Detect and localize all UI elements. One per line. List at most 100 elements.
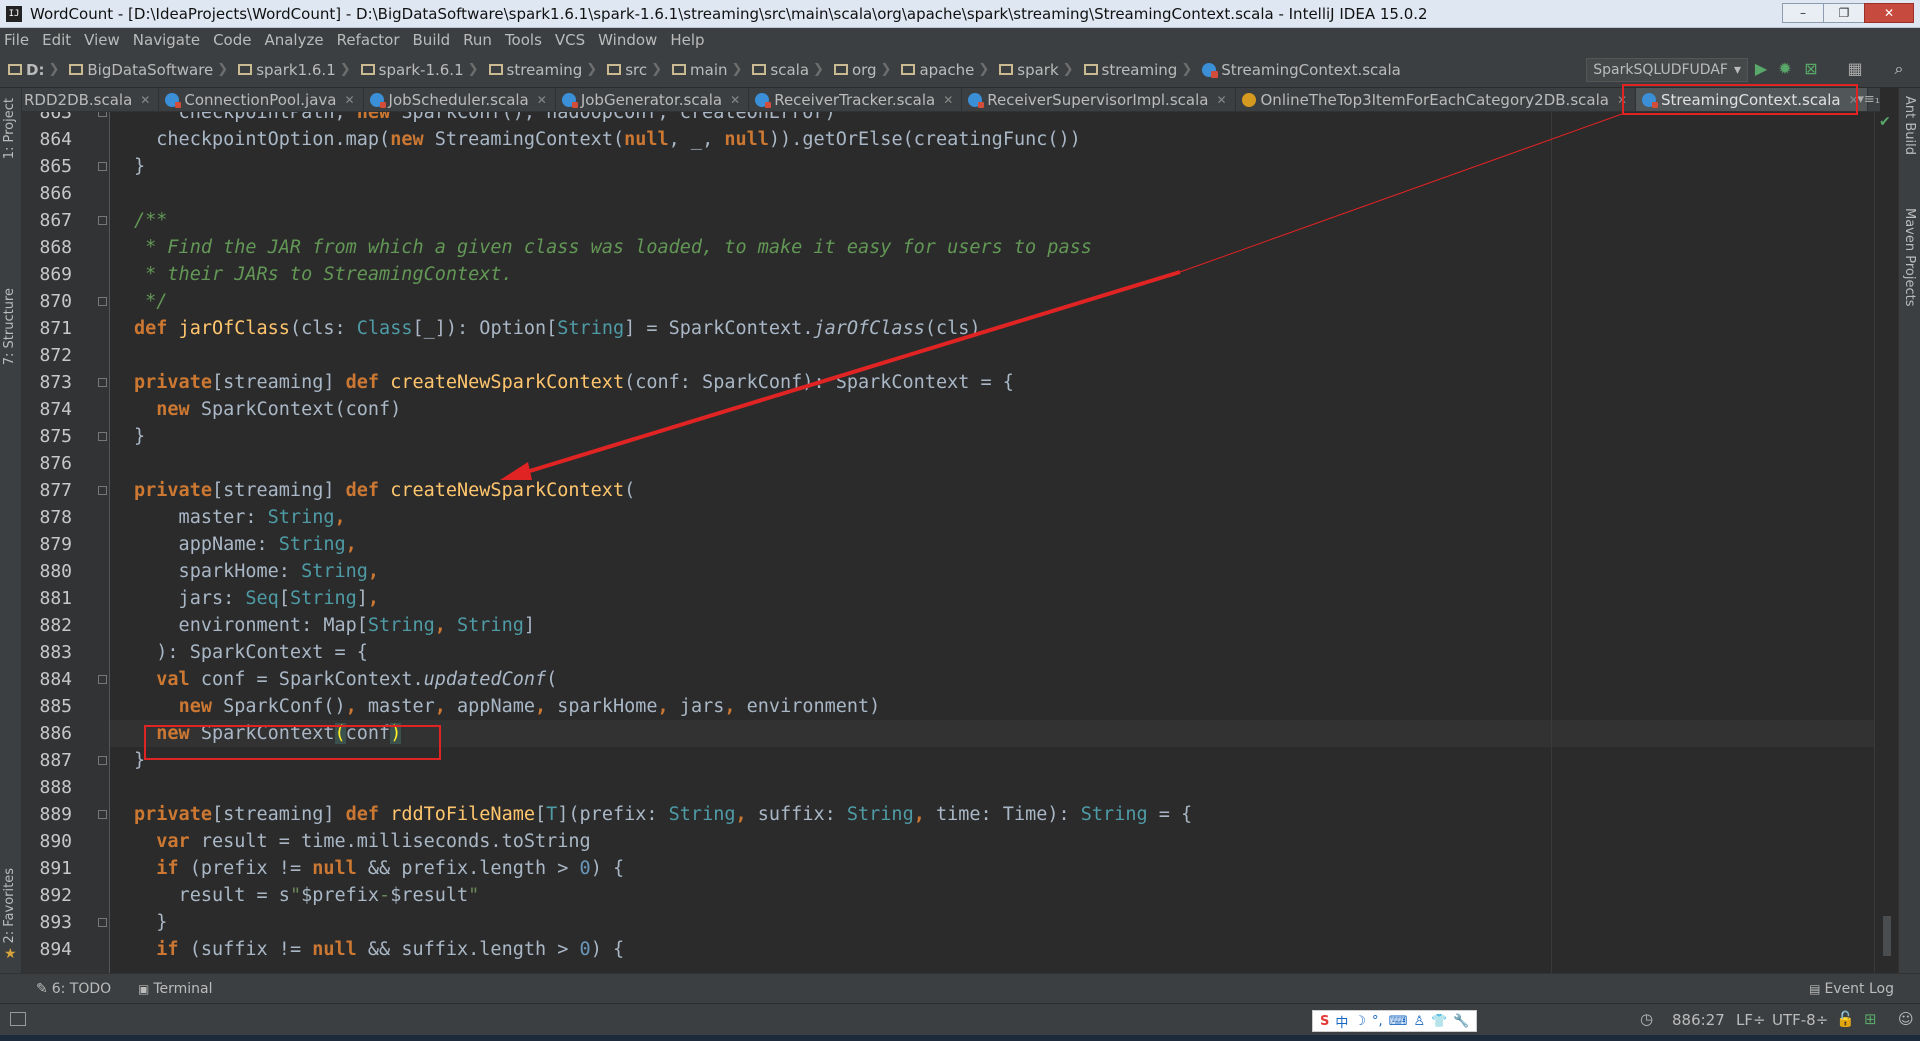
code-line: var result = time.milliseconds.toString [156, 831, 591, 852]
close-tab-icon[interactable]: ✕ [140, 93, 150, 107]
breadcrumb-item[interactable]: main ❯ [672, 61, 748, 79]
tab-connectionpool[interactable]: ConnectionPool.java ✕ [159, 88, 364, 111]
tab-jobgenerator[interactable]: JobGenerator.scala ✕ [556, 88, 750, 111]
tab-jobscheduler[interactable]: JobScheduler.scala ✕ [364, 88, 556, 111]
ant-build-tool-button[interactable]: Ant Build [1902, 96, 1917, 155]
fold-marker-icon[interactable] [98, 918, 107, 927]
menu-edit[interactable]: Edit [42, 31, 71, 49]
breadcrumb-drive[interactable]: D: ❯ [8, 61, 65, 79]
menu-analyze[interactable]: Analyze [264, 31, 323, 49]
run-icon[interactable]: ▶ [1752, 60, 1770, 78]
breadcrumb-item[interactable]: BigDataSoftware ❯ [69, 61, 234, 79]
fold-marker-icon[interactable] [98, 756, 107, 765]
scroll-thumb[interactable] [1883, 916, 1891, 956]
debug-icon[interactable]: ✹ [1776, 60, 1794, 78]
line-number: 869 [39, 264, 72, 285]
breadcrumb-item[interactable]: apache ❯ [901, 61, 995, 79]
line-number: 873 [39, 372, 72, 393]
close-button[interactable]: ✕ [1864, 3, 1914, 23]
caret-position[interactable]: 886:27 [1672, 1011, 1725, 1029]
tab-label: OnlineTheTop3ItemForEachCategory2DB.scal… [1260, 90, 1609, 109]
fold-marker-icon[interactable] [98, 432, 107, 441]
ide-window: IJ WordCount - [D:\IdeaProjects\WordCoun… [0, 0, 1920, 1041]
file-encoding[interactable]: UTF-8÷ [1772, 1011, 1828, 1029]
breadcrumb-item[interactable]: spark ❯ [999, 61, 1079, 79]
tab-receivertracker[interactable]: ReceiverTracker.scala ✕ [749, 88, 963, 111]
event-log-tool-button[interactable]: ▤ Event Log [1809, 981, 1894, 997]
close-tab-icon[interactable]: ✕ [537, 93, 547, 107]
code-line: */ [134, 291, 168, 312]
title-bar: IJ WordCount - [D:\IdeaProjects\WordCoun… [0, 0, 1920, 28]
code-line: new SparkConf(), master, appName, sparkH… [178, 696, 881, 717]
structure-tool-button[interactable]: 7: Structure [2, 288, 17, 365]
breadcrumb-item[interactable]: spark1.6.1 ❯ [238, 61, 356, 79]
menu-refactor[interactable]: Refactor [337, 31, 400, 49]
project-tool-button[interactable]: 1: Project [2, 98, 17, 159]
maven-projects-tool-button[interactable]: Maven Projects [1902, 208, 1917, 307]
line-separator[interactable]: LF÷ [1736, 1011, 1766, 1029]
menu-tools[interactable]: Tools [505, 31, 542, 49]
tab-receiversupervisorimpl[interactable]: ReceiverSupervisorImpl.scala ✕ [962, 88, 1236, 111]
breadcrumb-item[interactable]: src ❯ [607, 61, 668, 79]
breadcrumb-label: spark1.6.1 [256, 60, 336, 79]
menu-code[interactable]: Code [213, 31, 251, 49]
search-icon[interactable]: ⌕ [1890, 60, 1908, 78]
maximize-button[interactable]: ❐ [1823, 3, 1865, 23]
fold-marker-icon[interactable] [98, 216, 107, 225]
breadcrumb-file[interactable]: StreamingContext.scala [1202, 61, 1401, 79]
fold-marker-icon[interactable] [98, 810, 107, 819]
menu-navigate[interactable]: Navigate [133, 31, 200, 49]
tool-window-toggle-icon[interactable] [10, 1012, 26, 1026]
run-configuration-select[interactable]: SparkSQLUDFUDAF ▾ [1586, 58, 1748, 82]
line-number: 865 [39, 156, 72, 177]
memory-icon[interactable]: ☺ [1898, 1010, 1914, 1028]
line-number: 894 [39, 939, 72, 960]
code-editor[interactable]: checkpointPath, new SparkConf(), hadoopC… [110, 112, 1874, 973]
fold-marker-icon[interactable] [98, 112, 107, 117]
breadcrumb-label: main [690, 60, 728, 79]
menu-view[interactable]: View [84, 31, 120, 49]
favorites-tool-button[interactable]: 2: Favorites [2, 868, 17, 944]
menu-vcs[interactable]: VCS [555, 31, 585, 49]
breadcrumb-label: StreamingContext.scala [1221, 60, 1401, 79]
fold-marker-icon[interactable] [98, 486, 107, 495]
menu-run[interactable]: Run [463, 31, 492, 49]
fold-marker-icon[interactable] [98, 162, 107, 171]
tab-rdd2db[interactable]: RDD2DB.scala ✕ [0, 88, 160, 111]
tabs-overflow-menu[interactable]: ▾≡₁ [1857, 88, 1880, 112]
close-tab-icon[interactable]: ✕ [730, 93, 740, 107]
lock-icon[interactable]: 🔓 [1836, 1010, 1855, 1028]
project-structure-icon[interactable]: ▦ [1846, 60, 1864, 78]
breadcrumb-item[interactable]: org ❯ [833, 61, 898, 79]
chevron-right-icon: ❯ [1181, 62, 1193, 77]
coverage-icon[interactable]: ⊠ [1802, 60, 1820, 78]
breadcrumb-item[interactable]: scala ❯ [752, 61, 830, 79]
menu-file[interactable]: File [4, 31, 29, 49]
breadcrumb-item[interactable]: streaming ❯ [488, 61, 604, 79]
minimize-button[interactable]: – [1782, 3, 1824, 23]
clock-icon: ◷ [1640, 1010, 1654, 1028]
error-stripe[interactable]: ✔ [1874, 112, 1898, 973]
close-tab-icon[interactable]: ✕ [1216, 93, 1226, 107]
breadcrumb-item[interactable]: spark-1.6.1 ❯ [360, 61, 485, 79]
menu-build[interactable]: Build [413, 31, 451, 49]
fold-marker-icon[interactable] [98, 378, 107, 387]
todo-tool-button[interactable]: ✎ 6: TODO [36, 981, 111, 997]
inspection-icon[interactable]: ⊞ [1864, 1010, 1877, 1028]
menu-window[interactable]: Window [598, 31, 657, 49]
close-tab-icon[interactable]: ✕ [344, 93, 354, 107]
breadcrumb-item[interactable]: streaming ❯ [1083, 61, 1199, 79]
fold-marker-icon[interactable] [98, 297, 107, 306]
code-line: if (prefix != null && prefix.length > 0)… [156, 858, 625, 879]
ime-toolbar[interactable]: S 中 ☽ °, ⌨ ♙ 👕 🔧 [1312, 1010, 1478, 1032]
terminal-tool-button[interactable]: ▣ Terminal [138, 981, 213, 997]
line-number: 892 [39, 885, 72, 906]
close-tab-icon[interactable]: ✕ [943, 93, 953, 107]
breadcrumb-label: apache [919, 60, 975, 79]
left-tool-strip: 1: Project 7: Structure 2: Favorites ★ [0, 88, 22, 973]
tab-onlinetop3[interactable]: OnlineTheTop3ItemForEachCategory2DB.scal… [1236, 88, 1636, 111]
code-line: } [134, 426, 146, 447]
menu-help[interactable]: Help [670, 31, 704, 49]
fold-marker-icon[interactable] [98, 675, 107, 684]
line-number: 887 [39, 750, 72, 771]
